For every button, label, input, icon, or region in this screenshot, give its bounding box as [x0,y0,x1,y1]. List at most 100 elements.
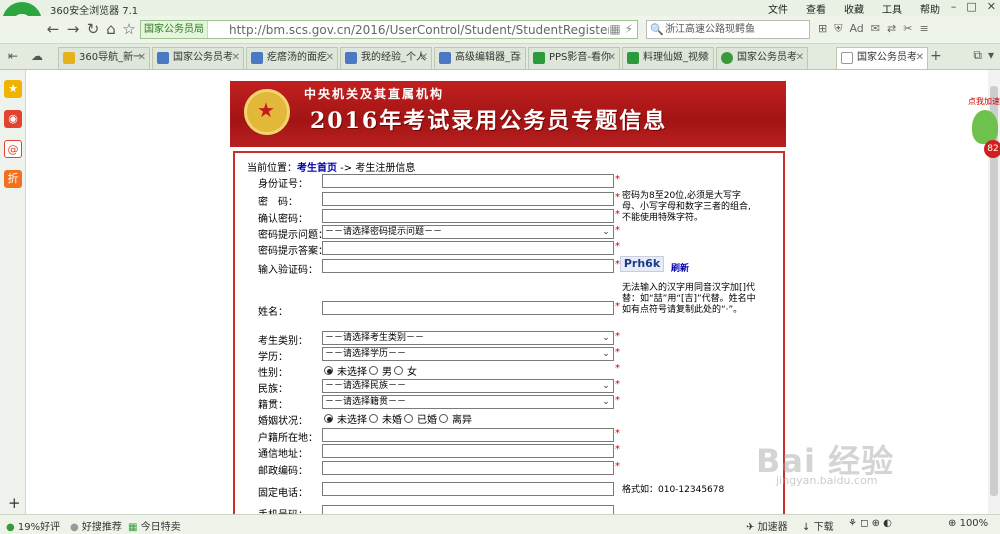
ethnicity-select[interactable]: －－请选择民族－－ ⌄ [322,379,614,393]
gender-male-radio[interactable] [369,366,378,375]
more-icon[interactable]: ≡ [919,22,928,36]
tab-advanced-editor[interactable]: 高级编辑器_百 ✕ [434,47,526,69]
refresh-icon[interactable]: ↻ [84,20,102,38]
recommend-status[interactable]: ● 好搜推荐 [70,518,122,533]
adblock-icon[interactable]: Ad [849,22,863,36]
menu-view[interactable]: 查看 [806,1,826,16]
menu-favorites[interactable]: 收藏 [844,1,864,16]
marital-divorced-radio[interactable] [439,414,448,423]
captcha-input[interactable] [322,259,614,273]
speedup-count[interactable]: 82 [984,140,1000,158]
tab-close-icon[interactable]: ✕ [326,48,334,68]
extensions-icon[interactable]: ⊞ [818,22,827,36]
name-input[interactable] [322,301,614,315]
marital-married-radio[interactable] [404,414,413,423]
status-tools-icon[interactable]: ⚘ ◻ ⊕ ◐ [848,518,892,529]
chevron-down-icon[interactable]: ⌄ [600,380,612,392]
search-box[interactable]: 🔍 浙江高速公路现鳄鱼 [646,20,810,39]
close-icon[interactable]: ✕ [987,0,996,13]
gender-female-radio[interactable] [394,366,403,375]
search-icon[interactable]: 🔍 [650,21,664,38]
tab-close-icon[interactable]: ✕ [514,48,522,68]
tab-close-icon[interactable]: ✕ [608,48,616,68]
forward-icon[interactable]: → [64,20,82,38]
confirm-password-input[interactable] [322,209,614,223]
breadcrumb-home-link[interactable]: 考生首页 [297,163,337,174]
gender-label: 性别： [258,368,288,379]
tab-gwy-2[interactable]: 国家公务员考 ✕ [716,47,808,69]
restore-tab-icon[interactable]: ⧉ [973,48,982,63]
tab-pps[interactable]: PPS影音-看你 ✕ [528,47,620,69]
tab-list-icon[interactable]: ⇤ [4,47,22,65]
marital-unselected-radio[interactable] [324,414,333,423]
mail-at-icon[interactable]: @ [4,140,22,158]
new-tab-icon[interactable]: + [930,48,942,64]
security-icon[interactable]: ⛨ [834,22,842,36]
gender-unselected-radio[interactable] [324,366,333,375]
rating-status[interactable]: ● 19%好评 [6,518,60,533]
tab-close-icon[interactable]: ✕ [232,48,240,68]
address-bar[interactable]: 国家公务员局 http://bm.scs.gov.cn/2016/UserCon… [140,20,638,39]
id-number-input[interactable] [322,174,614,188]
translate-icon[interactable]: ⇄ [887,22,896,36]
tab-cooking-video[interactable]: 料理仙姬_视频 ✕ [622,47,714,69]
speedup-badge[interactable]: 点我加速 82 [962,96,1000,158]
tab-close-icon[interactable]: ✕ [138,48,146,68]
chevron-down-icon[interactable]: ⌄ [600,396,612,408]
download-status[interactable]: ↓ 下载 [802,518,834,533]
zoom-level[interactable]: ⊕ 100% [948,518,988,529]
required-mark: * [615,461,620,472]
cloud-icon[interactable]: ☁ [28,47,46,65]
chevron-down-icon[interactable]: ⌄ [600,226,612,238]
captcha-image[interactable]: Prh6k [620,256,664,272]
site-identity-tag[interactable]: 国家公务员局 [141,21,208,38]
breadcrumb-current: 考生注册信息 [355,163,416,174]
search-value[interactable]: 浙江高速公路现鳄鱼 [665,24,755,35]
favorites-star-icon[interactable]: ★ [4,80,22,98]
chevron-down-icon[interactable]: ⌄ [600,332,612,344]
tab-menu-icon[interactable]: ▾ [988,48,994,63]
tab-gwy-1[interactable]: 国家公务员考 ✕ [152,47,244,69]
favorite-star-icon[interactable]: ☆ [120,20,138,38]
sidebar-add-icon[interactable]: + [8,494,21,512]
mascot-icon[interactable] [972,110,998,144]
address-input[interactable] [322,444,614,458]
maximize-icon[interactable]: □ [966,0,976,13]
back-icon[interactable]: ← [44,20,62,38]
tab-close-icon[interactable]: ✕ [796,48,804,68]
captcha-refresh-link[interactable]: 刷新 [671,261,689,274]
daily-deal-status[interactable]: ▦ 今日特卖 [128,518,181,533]
speedup-label[interactable]: 点我加速 [968,96,1000,107]
home-icon[interactable]: ⌂ [102,20,120,38]
phone-input[interactable] [322,482,614,496]
tab-close-icon[interactable]: ✕ [702,48,710,68]
address-actions-icon[interactable]: ▦ ⚡ [609,22,633,36]
education-select[interactable]: －－请选择学历－－ ⌄ [322,347,614,361]
candidate-category-select[interactable]: －－请选择考生类别－－ ⌄ [322,331,614,345]
origin-select[interactable]: －－请选择籍贯－－ ⌄ [322,395,614,409]
menu-tools[interactable]: 工具 [882,1,902,16]
mobile-input[interactable] [322,505,614,514]
screenshot-icon[interactable]: ✂ [903,22,912,36]
tab-my-experience[interactable]: 我的经验_个人 ✕ [340,47,432,69]
password-answer-input[interactable] [322,241,614,255]
address-url[interactable]: http://bm.scs.gov.cn/2016/UserControl/St… [229,23,609,37]
tab-360-nav[interactable]: 360导航_新一 ✕ [58,47,150,69]
accelerator-status[interactable]: ✈ 加速器 [746,518,788,533]
hukou-input[interactable] [322,428,614,442]
mail-icon[interactable]: ✉ [871,22,880,36]
tab-noodle-soup[interactable]: 疙瘩汤的面疙 ✕ [246,47,338,69]
discount-icon[interactable]: 折 [4,170,22,188]
tab-close-icon[interactable]: ✕ [916,48,924,68]
tab-gwy-active[interactable]: 国家公务员考 ✕ [836,47,928,69]
postcode-input[interactable] [322,461,614,475]
chevron-down-icon[interactable]: ⌄ [600,348,612,360]
minimize-icon[interactable]: – [951,0,957,13]
password-question-select[interactable]: －－请选择密码提示问题－－ ⌄ [322,225,614,239]
weibo-icon[interactable]: ◉ [4,110,22,128]
menu-file[interactable]: 文件 [768,1,788,16]
menu-help[interactable]: 帮助 [920,1,940,16]
tab-close-icon[interactable]: ✕ [420,48,428,68]
password-input[interactable] [322,192,614,206]
marital-single-radio[interactable] [369,414,378,423]
